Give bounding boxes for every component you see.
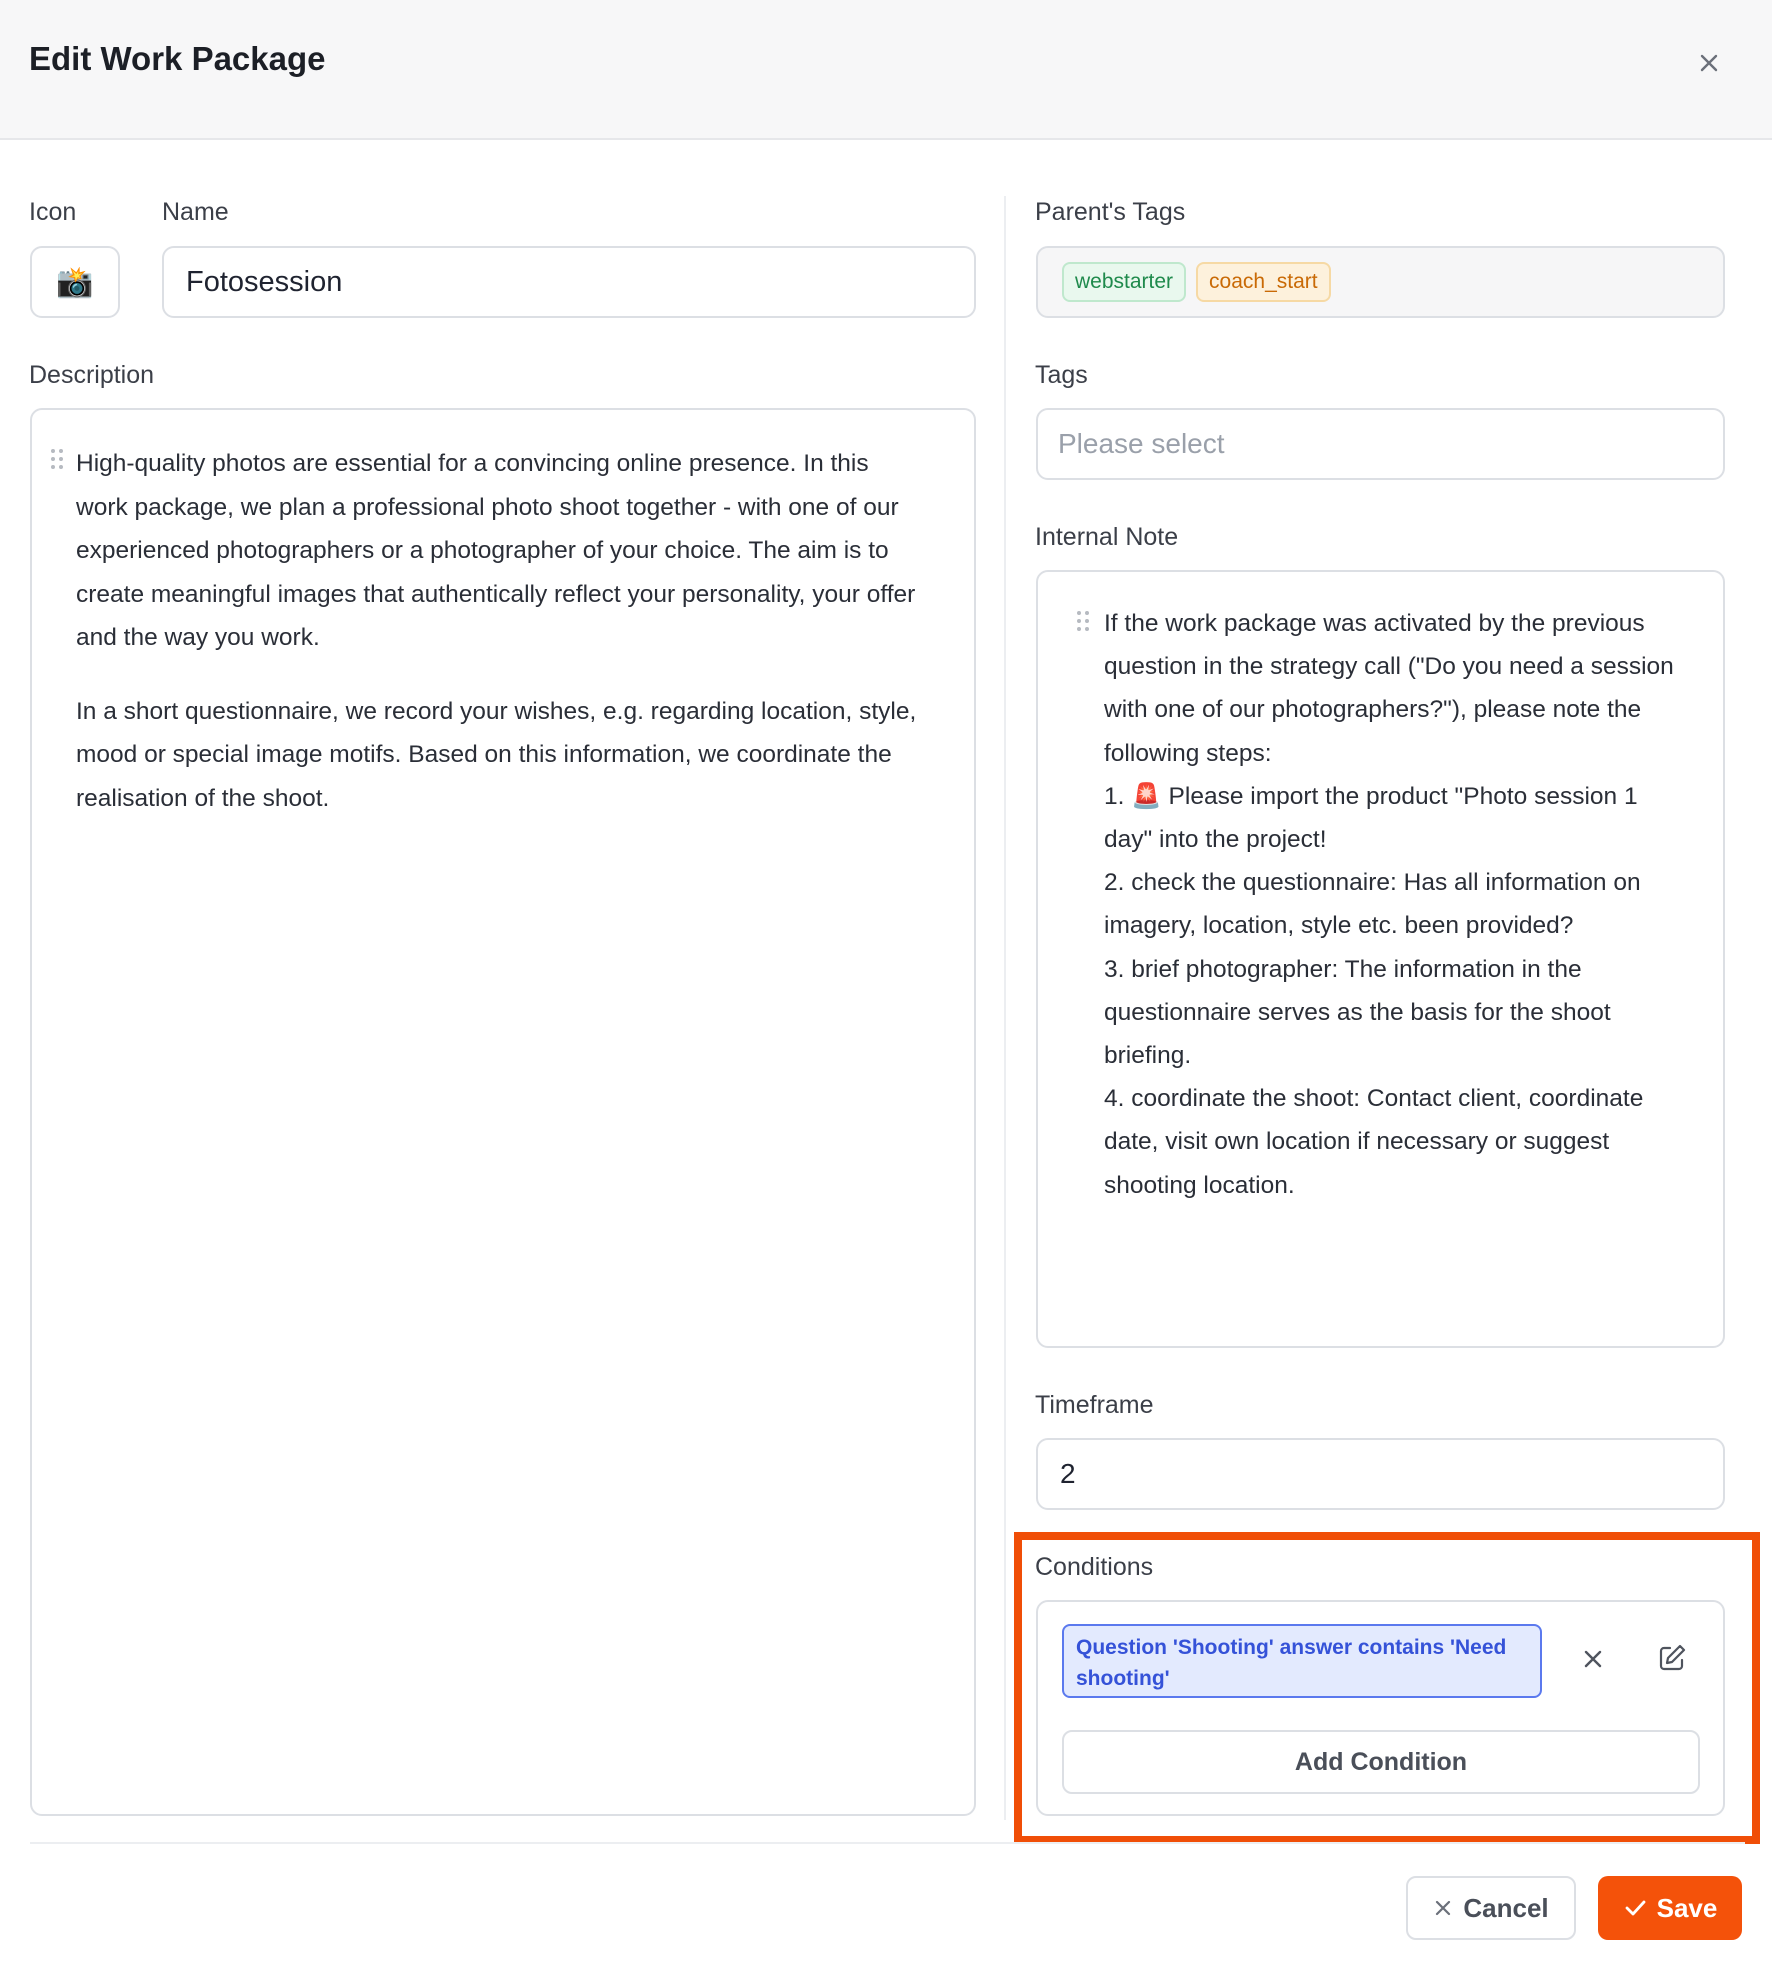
parent-tags-field: webstarter coach_start	[1036, 246, 1725, 318]
parent-tags-label: Parent's Tags	[1035, 198, 1186, 226]
drag-handle-icon[interactable]	[50, 448, 64, 470]
cancel-label: Cancel	[1463, 1892, 1549, 1923]
name-label: Name	[162, 198, 229, 226]
footer-divider	[30, 1842, 1745, 1844]
save-button[interactable]: Save	[1598, 1876, 1742, 1940]
internal-note-label: Internal Note	[1035, 523, 1179, 551]
internal-note-editor[interactable]: If the work package was activated by the…	[1036, 570, 1725, 1348]
drag-handle-icon[interactable]	[1076, 610, 1090, 632]
note-line: 4. coordinate the shoot: Contact client,…	[1104, 1085, 1644, 1199]
name-input[interactable]	[162, 246, 976, 318]
modal-header: Edit Work Package	[0, 0, 1772, 140]
tag-badge: coach_start	[1196, 262, 1331, 302]
note-line: 2. check the questionnaire: Has all info…	[1104, 869, 1641, 940]
description-label: Description	[29, 361, 155, 389]
add-condition-button[interactable]: Add Condition	[1062, 1730, 1700, 1794]
timeframe-input[interactable]	[1036, 1438, 1725, 1510]
tag-badge: webstarter	[1062, 262, 1187, 302]
conditions-field: Question 'Shooting' answer contains 'Nee…	[1036, 1600, 1725, 1816]
cancel-button[interactable]: Cancel	[1406, 1876, 1576, 1940]
note-line: If the work package was activated by the…	[1104, 610, 1674, 767]
tags-label: Tags	[1035, 361, 1088, 389]
edit-condition-icon[interactable]	[1656, 1642, 1688, 1674]
save-label: Save	[1656, 1892, 1718, 1923]
description-paragraph: In a short questionnaire, we record your…	[76, 697, 917, 812]
tags-select[interactable]: Please select	[1036, 408, 1725, 480]
description-text[interactable]: High-quality photos are essential for a …	[76, 442, 926, 850]
icon-label: Icon	[29, 198, 77, 226]
condition-chip[interactable]: Question 'Shooting' answer contains 'Nee…	[1062, 1624, 1542, 1698]
timeframe-label: Timeframe	[1035, 1391, 1154, 1419]
internal-note-text[interactable]: If the work package was activated by the…	[1104, 602, 1684, 1207]
remove-condition-icon[interactable]	[1578, 1644, 1608, 1674]
modal-title: Edit Work Package	[29, 40, 326, 77]
icon-picker[interactable]: 📸	[30, 246, 120, 318]
camera-icon: 📸	[56, 265, 94, 299]
check-icon	[1625, 1900, 1646, 1916]
description-paragraph: High-quality photos are essential for a …	[76, 450, 916, 651]
column-divider	[1004, 196, 1006, 1820]
note-line: 3. brief photographer: The information i…	[1104, 955, 1611, 1070]
note-line: 1. 🚨 Please import the product "Photo se…	[1104, 782, 1638, 854]
conditions-label: Conditions	[1035, 1553, 1154, 1581]
close-icon	[1436, 1900, 1451, 1916]
close-icon[interactable]	[1692, 46, 1726, 80]
description-editor[interactable]: High-quality photos are essential for a …	[30, 408, 976, 1816]
